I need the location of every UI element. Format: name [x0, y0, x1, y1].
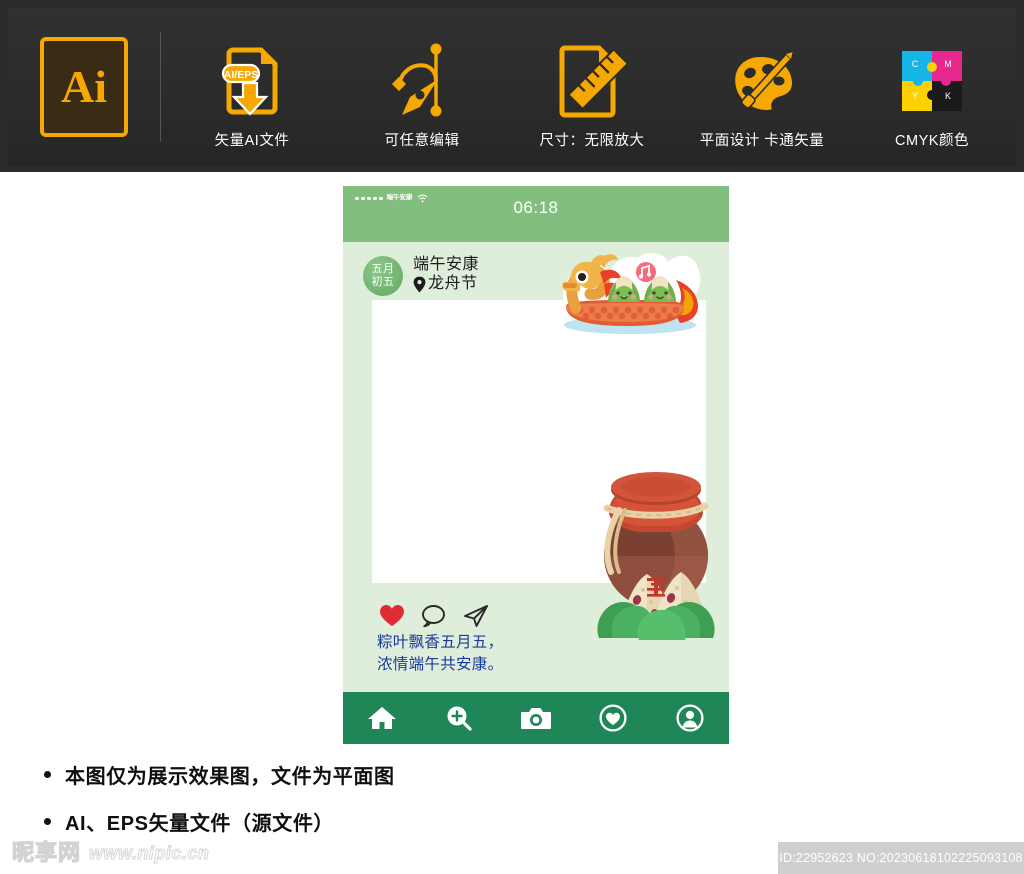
- ruler-document-icon: [555, 39, 629, 123]
- watermark: 昵享网 www.nipic.cn: [11, 840, 210, 865]
- banner-divider: [160, 32, 161, 142]
- svg-text:AI/EPS: AI/EPS: [224, 69, 258, 81]
- file-download-icon: AI/EPS: [219, 39, 285, 123]
- note-text: AI、EPS矢量文件（源文件）: [65, 813, 335, 835]
- post-title-group: 端午安康 龙舟节: [413, 256, 479, 294]
- list-item: AI、EPS矢量文件（源文件）: [44, 807, 684, 836]
- feature-vector-ai-file: AI/EPS 矢量AI文件: [167, 25, 337, 150]
- feature-label: 尺寸：无限放大: [539, 132, 645, 149]
- adobe-illustrator-logo-wrap: Ai: [8, 37, 160, 137]
- post-caption: 粽叶飘香五月五， 浓情端午共安康。: [377, 632, 503, 676]
- home-icon: [367, 707, 396, 729]
- notes-list: 本图仅为展示效果图，文件为平面图 AI、EPS矢量文件（源文件）: [44, 760, 684, 854]
- feature-graphic-design: 平面设计 卡通矢量: [677, 25, 847, 150]
- feature-label: 可任意编辑: [384, 132, 460, 149]
- dragon-boat-illustration: [560, 253, 701, 337]
- like-icon[interactable]: [379, 604, 405, 628]
- heart-circle-icon: [599, 704, 627, 732]
- phone-tab-bar: [343, 692, 729, 744]
- date-badge: 五月 初五: [363, 256, 403, 296]
- svg-text:Y: Y: [912, 91, 918, 101]
- note-text: 本图仅为展示效果图，文件为平面图: [65, 766, 395, 788]
- post-caption-line1: 粽叶飘香五月五，: [377, 634, 504, 651]
- share-icon[interactable]: [463, 604, 489, 628]
- comment-icon[interactable]: [421, 604, 447, 628]
- user-circle-icon: [676, 704, 704, 732]
- tab-likes[interactable]: [589, 698, 637, 738]
- palette-brush-icon: [724, 39, 800, 123]
- post-actions: [379, 604, 489, 628]
- feature-banner: Ai AI/EPS 矢量AI文件 可任意编辑 尺寸：无限放大 平面设计 卡通矢量…: [0, 0, 1024, 172]
- camera-icon: [520, 707, 551, 729]
- post-location-row: 龙舟节: [413, 275, 479, 294]
- feature-cmyk-color: C M Y K CMYK颜色: [847, 25, 1017, 150]
- tab-discover[interactable]: [435, 698, 483, 738]
- search-plus-icon: [447, 706, 472, 731]
- feature-size-scalable: 尺寸：无限放大: [507, 25, 677, 150]
- phone-mockup: 端午安康 06:18 五月 初五 端午安康 龙舟节 粽叶飘香五月五， 浓情端午共…: [343, 186, 729, 744]
- list-item: 本图仅为展示效果图，文件为平面图: [44, 760, 684, 789]
- pen-tool-icon: [386, 39, 458, 123]
- image-id-bar: ID:22952623 NO:20230618102225093108: [778, 842, 1024, 874]
- feature-list: AI/EPS 矢量AI文件 可任意编辑 尺寸：无限放大 平面设计 卡通矢量 C …: [167, 8, 1017, 166]
- feature-label: 平面设计 卡通矢量: [699, 132, 825, 149]
- adobe-illustrator-logo: Ai: [40, 37, 128, 137]
- feature-banner-inner: Ai AI/EPS 矢量AI文件 可任意编辑 尺寸：无限放大 平面设计 卡通矢量…: [8, 8, 1016, 166]
- wine-jar-zongzi-illustration: [597, 472, 715, 640]
- watermark-url: www.nipic.cn: [89, 843, 210, 863]
- image-id-text: ID:22952623 NO:20230618102225093108: [779, 851, 1023, 865]
- svg-text:M: M: [944, 59, 952, 69]
- tab-home[interactable]: [358, 698, 406, 738]
- feature-editable: 可任意编辑: [337, 25, 507, 150]
- location-pin-icon: [413, 276, 426, 293]
- bullet-dot: [44, 818, 51, 825]
- page-title: 端午安康: [413, 256, 480, 273]
- feature-label: CMYK颜色: [895, 132, 969, 149]
- date-badge-line2: 初五: [371, 276, 395, 288]
- cmyk-puzzle-icon: C M Y K: [899, 39, 965, 123]
- bullet-dot: [44, 771, 51, 778]
- phone-status-bar: 端午安康 06:18: [343, 186, 729, 242]
- svg-text:K: K: [945, 91, 951, 101]
- status-bar-time: 06:18: [513, 198, 559, 217]
- svg-text:C: C: [912, 59, 919, 69]
- watermark-logo: 昵享网: [11, 840, 82, 865]
- feature-label: 矢量AI文件: [214, 132, 290, 149]
- post-location-label: 龙舟节: [428, 274, 478, 292]
- tab-profile[interactable]: [666, 698, 714, 738]
- tab-camera[interactable]: [512, 698, 560, 738]
- date-badge-line1: 五月: [371, 263, 395, 276]
- post-caption-line2: 浓情端午共安康。: [377, 656, 504, 673]
